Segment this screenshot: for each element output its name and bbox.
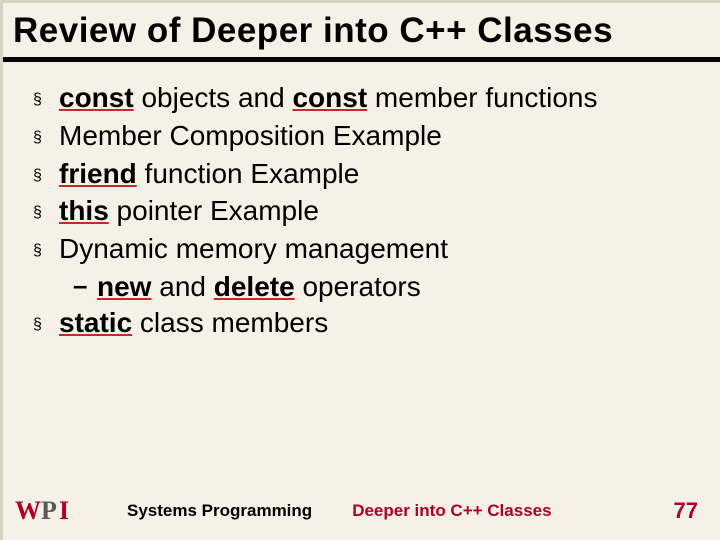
keyword-new: new bbox=[97, 271, 151, 302]
slide-title: Review of Deeper into C++ Classes bbox=[3, 3, 720, 57]
bullet-text: static class members bbox=[59, 305, 690, 341]
footer-topic: Deeper into C++ Classes bbox=[352, 501, 551, 521]
bullet-item: § Dynamic memory management bbox=[33, 231, 690, 267]
svg-text:P: P bbox=[41, 496, 57, 525]
slide-body: § const objects and const member functio… bbox=[3, 62, 720, 341]
keyword-delete: delete bbox=[214, 271, 295, 302]
keyword-const: const bbox=[292, 82, 367, 113]
bullet-text: this pointer Example bbox=[59, 193, 690, 229]
keyword-friend: friend bbox=[59, 158, 137, 189]
bullet-item: § Member Composition Example bbox=[33, 118, 690, 154]
svg-text:W: W bbox=[15, 496, 41, 525]
slide: Review of Deeper into C++ Classes § cons… bbox=[0, 0, 720, 540]
bullet-text: new and delete operators bbox=[97, 269, 690, 305]
bullet-icon: § bbox=[33, 80, 59, 110]
bullet-icon: § bbox=[33, 231, 59, 261]
svg-text:I: I bbox=[59, 496, 69, 525]
bullet-item: § const objects and const member functio… bbox=[33, 80, 690, 116]
bullet-text: friend function Example bbox=[59, 156, 690, 192]
sub-bullet-item: – new and delete operators bbox=[73, 269, 690, 305]
bullet-text: Dynamic memory management bbox=[59, 231, 690, 267]
wpi-logo: W P I bbox=[15, 496, 87, 526]
page-number: 77 bbox=[674, 498, 698, 524]
keyword-static: static bbox=[59, 307, 132, 338]
text: operators bbox=[295, 271, 421, 302]
bullet-icon: § bbox=[33, 193, 59, 223]
bullet-item: § friend function Example bbox=[33, 156, 690, 192]
text: class members bbox=[132, 307, 328, 338]
bullet-text: const objects and const member functions bbox=[59, 80, 690, 116]
text: objects and bbox=[134, 82, 293, 113]
bullet-icon: § bbox=[33, 305, 59, 335]
text: member functions bbox=[367, 82, 597, 113]
wpi-logo-icon: W P I bbox=[15, 496, 87, 526]
keyword-const: const bbox=[59, 82, 134, 113]
dash-icon: – bbox=[73, 269, 97, 302]
bullet-item: § this pointer Example bbox=[33, 193, 690, 229]
bullet-icon: § bbox=[33, 118, 59, 148]
bullet-icon: § bbox=[33, 156, 59, 186]
bullet-text: Member Composition Example bbox=[59, 118, 690, 154]
keyword-this: this bbox=[59, 195, 109, 226]
text: function Example bbox=[137, 158, 360, 189]
footer-course: Systems Programming bbox=[127, 501, 312, 521]
text: pointer Example bbox=[109, 195, 319, 226]
text: and bbox=[151, 271, 213, 302]
footer: W P I Systems Programming Deeper into C+… bbox=[3, 496, 720, 526]
bullet-item: § static class members bbox=[33, 305, 690, 341]
